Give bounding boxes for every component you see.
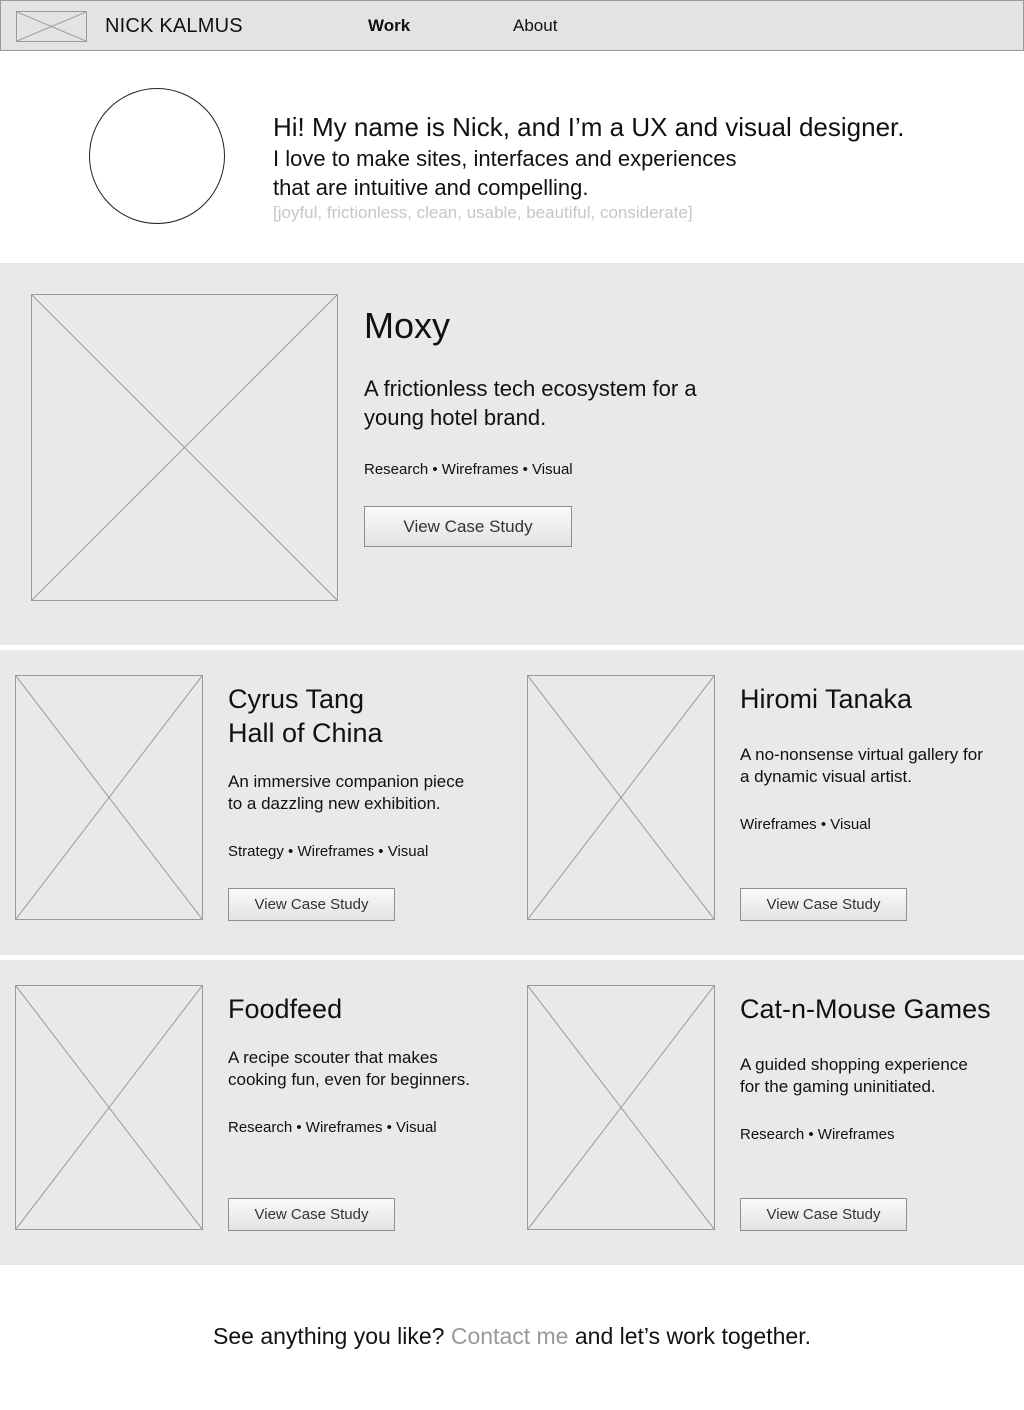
project-title: Hiromi Tanaka (740, 682, 912, 716)
description-line: A frictionless tech ecosystem for a (364, 376, 697, 401)
project-description: A frictionless tech ecosystem for a youn… (364, 374, 697, 432)
view-case-study-button[interactable]: View Case Study (740, 888, 907, 921)
project-title: Cyrus Tang Hall of China (228, 682, 383, 750)
title-line: Foodfeed (228, 994, 343, 1024)
title-line: Hiromi Tanaka (740, 684, 913, 714)
site-header: NICK KALMUS Work About (0, 0, 1024, 51)
intro-text-line-2: that are intuitive and compelling. (273, 175, 589, 200)
footer-text: See anything you like? (213, 1323, 451, 1349)
project-image-placeholder (15, 675, 203, 920)
description-line: A guided shopping experience (740, 1055, 968, 1074)
project-title: Cat-n-Mouse Games (740, 992, 991, 1026)
avatar-placeholder (89, 88, 225, 224)
projects-row-2: Foodfeed A recipe scouter that makes coo… (0, 960, 1024, 1265)
description-line: cooking fun, even for beginners. (228, 1070, 470, 1089)
project-image-placeholder (527, 675, 715, 920)
view-case-study-button[interactable]: View Case Study (740, 1198, 907, 1231)
title-line: Cyrus Tang (228, 684, 365, 714)
description-line: a dynamic visual artist. (740, 767, 912, 786)
project-tags: Strategy • Wireframes • Visual (228, 843, 429, 860)
project-description: An immersive companion piece to a dazzli… (228, 771, 464, 815)
description-line: for the gaming uninitiated. (740, 1077, 936, 1096)
project-title: Moxy (364, 305, 451, 346)
project-tags: Research • Wireframes (740, 1126, 895, 1143)
title-line: Hall of China (228, 718, 383, 748)
project-description: A no-nonsense virtual gallery for a dyna… (740, 744, 983, 788)
project-tags: Research • Wireframes • Visual (228, 1119, 437, 1136)
description-line: to a dazzling new exhibition. (228, 794, 441, 813)
logo-placeholder-icon[interactable] (16, 11, 87, 42)
project-description: A guided shopping experience for the gam… (740, 1054, 968, 1098)
project-title: Foodfeed (228, 992, 342, 1026)
footer-call-to-action: See anything you like? Contact me and le… (0, 1323, 1024, 1350)
featured-project-panel: Moxy A frictionless tech ecosystem for a… (0, 263, 1024, 645)
project-description: A recipe scouter that makes cooking fun,… (228, 1047, 470, 1091)
nav-about-link[interactable]: About (513, 16, 557, 36)
contact-me-link[interactable]: Contact me (451, 1323, 569, 1349)
project-tags: Wireframes • Visual (740, 816, 871, 833)
site-name[interactable]: NICK KALMUS (105, 15, 243, 38)
projects-row-1: Cyrus Tang Hall of China An immersive co… (0, 650, 1024, 955)
description-line: young hotel brand. (364, 405, 547, 430)
footer-text: and let’s work together. (568, 1323, 811, 1349)
view-case-study-button[interactable]: View Case Study (228, 888, 395, 921)
description-line: An immersive companion piece (228, 772, 465, 791)
description-line: A no-nonsense virtual gallery for (740, 745, 983, 764)
project-image-placeholder (15, 985, 203, 1230)
view-case-study-button[interactable]: View Case Study (364, 506, 572, 547)
moxy-image-placeholder (31, 294, 338, 601)
intro-text-line-1: I love to make sites, interfaces and exp… (273, 146, 737, 171)
project-tags: Research • Wireframes • Visual (364, 461, 573, 478)
description-line: A recipe scouter that makes (228, 1048, 438, 1067)
project-image-placeholder (527, 985, 715, 1230)
nav-work-link[interactable]: Work (368, 16, 410, 36)
view-case-study-button[interactable]: View Case Study (228, 1198, 395, 1231)
intro-keywords: [joyful, frictionless, clean, usable, be… (273, 203, 693, 222)
title-line: Cat-n-Mouse Games (740, 994, 991, 1024)
intro-headline: Hi! My name is Nick, and I’m a UX and vi… (273, 112, 905, 142)
